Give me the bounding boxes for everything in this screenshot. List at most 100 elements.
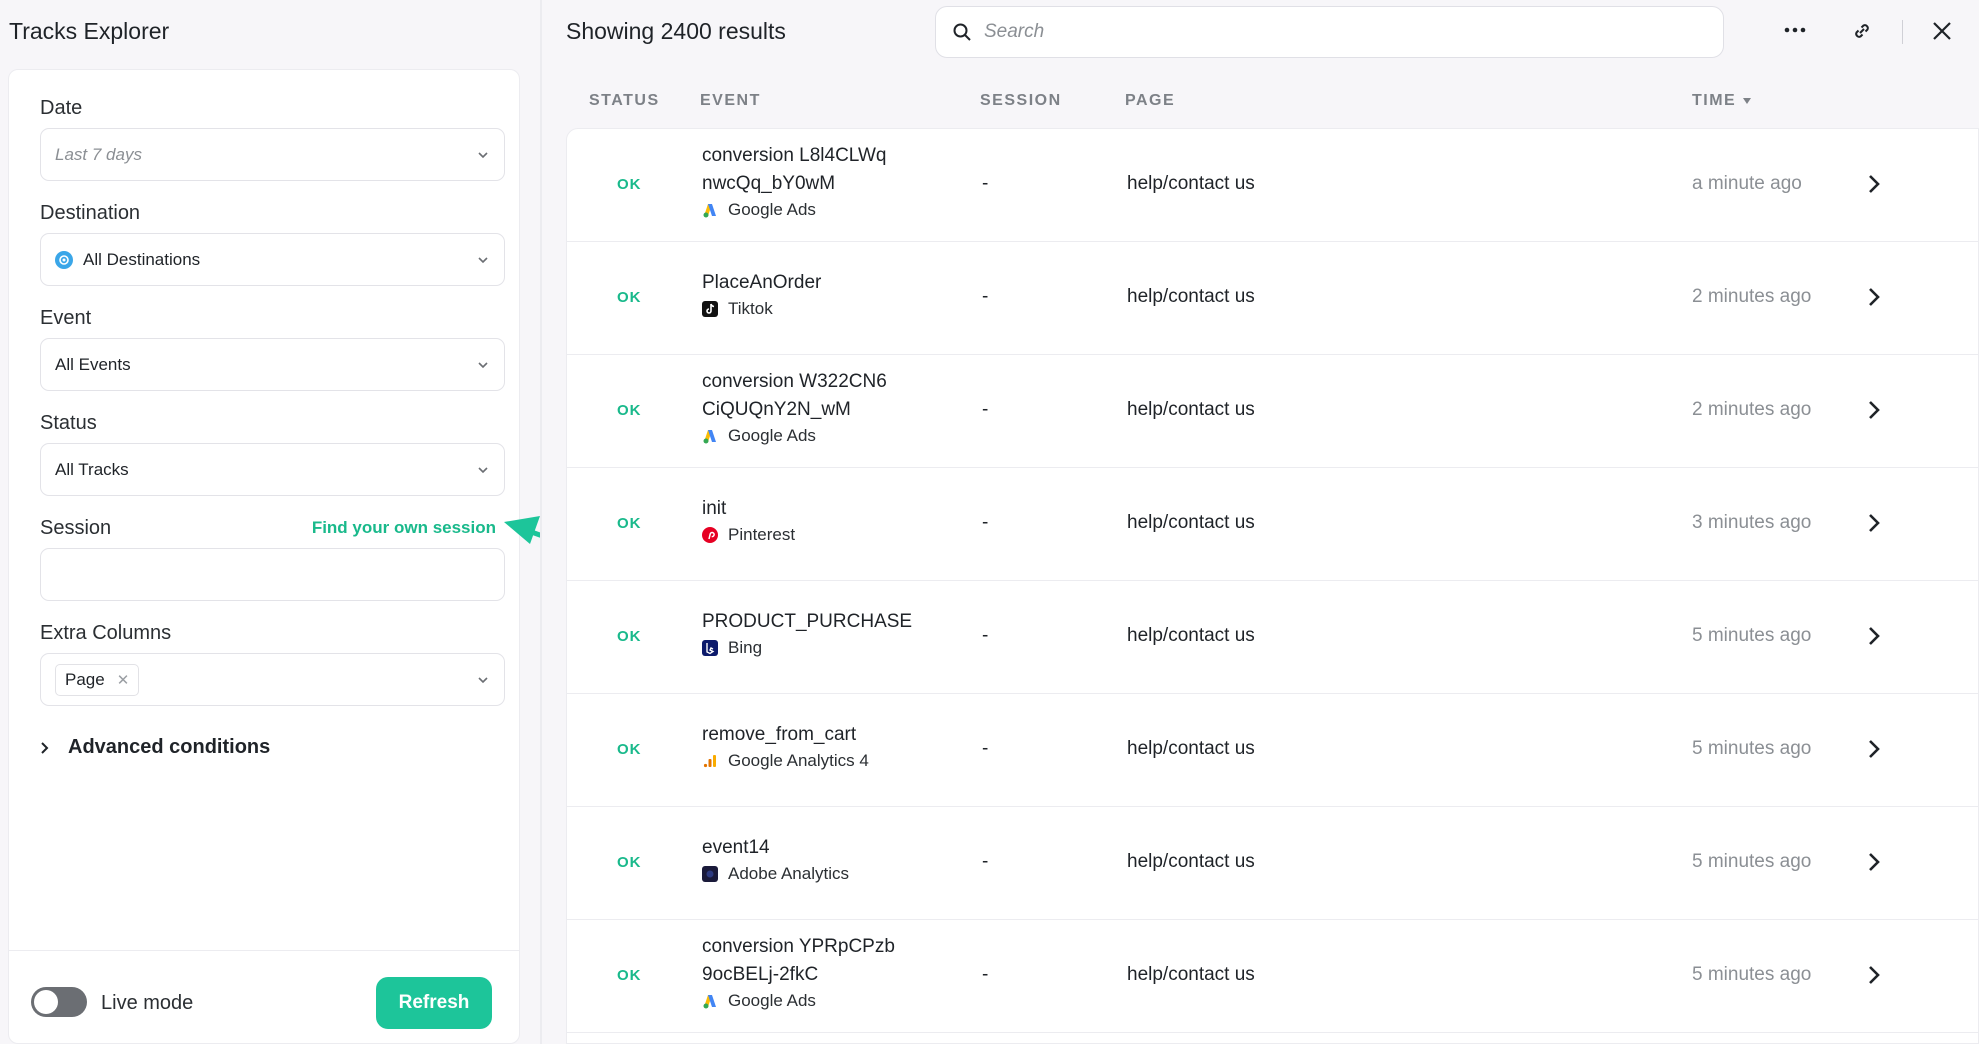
remove-tag-icon[interactable]: ✕ (117, 671, 130, 689)
page-value: help/contact us (1127, 399, 1255, 420)
table-row[interactable]: OK conversion YPRpCPzb9ocBELj-2fkC Googl… (567, 920, 1978, 1033)
destination-line: Google Ads (702, 991, 962, 1011)
destinations-icon (55, 250, 73, 269)
page-value: help/contact us (1127, 286, 1255, 307)
chevron-right-icon[interactable] (1867, 851, 1881, 873)
time-value: 5 minutes ago (1692, 738, 1812, 759)
event-cell: event14 Adobe Analytics (702, 834, 962, 884)
status-badge: OK (617, 741, 642, 758)
extra-columns-label: Extra Columns (40, 622, 172, 644)
page-value: help/contact us (1127, 512, 1255, 533)
chevron-right-icon[interactable] (1867, 512, 1881, 534)
table-row[interactable]: OK PRODUCT_PURCHASE Bing - help/contact … (567, 581, 1978, 694)
link-icon[interactable] (1851, 20, 1873, 42)
destination-line: Adobe Analytics (702, 864, 962, 884)
results-panel: Showing 2400 results STATUS EVENT SESSIO… (542, 0, 1979, 1044)
google-ads-icon (702, 428, 718, 444)
session-value: - (982, 286, 989, 307)
column-header-time[interactable]: TIME (1692, 92, 1752, 110)
column-header-session: SESSION (980, 92, 1062, 109)
sort-desc-icon (1743, 98, 1752, 104)
filter-card: Date Last 7 days Destination All Destina… (8, 69, 520, 1044)
google-ads-icon (702, 993, 718, 1009)
chevron-right-icon (41, 741, 49, 754)
status-badge: OK (617, 289, 642, 306)
session-value: - (982, 738, 989, 759)
results-count: Showing 2400 results (566, 18, 786, 44)
column-header-status: STATUS (589, 92, 660, 109)
chevron-down-icon (478, 151, 488, 158)
live-mode-toggle[interactable] (31, 987, 87, 1017)
destination-name: Adobe Analytics (728, 863, 849, 883)
more-options-icon[interactable] (1783, 26, 1807, 34)
time-value: 5 minutes ago (1692, 964, 1812, 985)
table-row[interactable]: OK init Pinterest - help/contact us 3 mi… (567, 468, 1978, 581)
event-name: event14 (702, 836, 770, 858)
session-value: - (982, 625, 989, 646)
chevron-right-icon[interactable] (1867, 738, 1881, 760)
destination-name: Google Analytics 4 (728, 750, 869, 770)
live-mode-label: Live mode (101, 992, 194, 1014)
google-analytics-icon (702, 753, 718, 769)
extra-columns-select[interactable]: Page ✕ (40, 653, 505, 706)
page-value: help/contact us (1127, 851, 1255, 872)
table-row[interactable]: OK conversion L8l4CLWqnwcQq_bY0wM Google… (567, 129, 1978, 242)
pinterest-icon (702, 526, 718, 543)
session-value: - (982, 399, 989, 420)
destination-value: All Destinations (83, 249, 201, 269)
page-value: help/contact us (1127, 964, 1255, 985)
column-tag: Page ✕ (55, 663, 140, 696)
time-value: a minute ago (1692, 173, 1802, 194)
results-table: OK conversion L8l4CLWqnwcQq_bY0wM Google… (566, 128, 1979, 1044)
event-cell: conversion W322CN6CiQUQnY2N_wM Google Ad… (702, 368, 962, 446)
event-cell: PRODUCT_PURCHASE Bing (702, 608, 962, 658)
event-cell: remove_from_cart Google Analytics 4 (702, 721, 962, 771)
chevron-right-icon[interactable] (1867, 173, 1881, 195)
status-select[interactable]: All Tracks (40, 443, 505, 496)
event-value: All Events (55, 354, 131, 374)
destination-name: Google Ads (728, 990, 816, 1010)
chevron-right-icon[interactable] (1867, 964, 1881, 986)
chevron-right-icon[interactable] (1867, 399, 1881, 421)
destination-name: Tiktok (728, 298, 773, 318)
column-tag-label: Page (65, 669, 105, 689)
close-icon[interactable] (1932, 21, 1952, 41)
table-row[interactable]: OK conversion W322CN6CiQUQnY2N_wM Google… (567, 355, 1978, 468)
time-value: 5 minutes ago (1692, 851, 1812, 872)
event-name: PRODUCT_PURCHASE (702, 610, 913, 632)
destination-line: Google Ads (702, 426, 962, 446)
chevron-right-icon[interactable] (1867, 625, 1881, 647)
destination-select[interactable]: All Destinations (40, 233, 505, 286)
find-session-link[interactable]: Find your own session (312, 518, 496, 538)
search-input[interactable] (984, 21, 1707, 43)
footer-divider (8, 950, 520, 951)
event-cell: init Pinterest (702, 495, 962, 545)
destination-label: Destination (40, 202, 141, 224)
destination-name: Bing (728, 637, 763, 657)
status-badge: OK (617, 854, 642, 871)
table-row[interactable]: OK event14 Adobe Analytics - help/contac… (567, 807, 1978, 920)
date-label: Date (40, 97, 83, 119)
table-row[interactable]: OK remove_from_cart Google Analytics 4 -… (567, 694, 1978, 807)
time-value: 5 minutes ago (1692, 625, 1812, 646)
toolbar-separator (1902, 20, 1903, 44)
adobe-analytics-icon (702, 865, 718, 882)
event-select[interactable]: All Events (40, 338, 505, 391)
session-value: - (982, 851, 989, 872)
toggle-knob (34, 990, 58, 1014)
filters-panel: Tracks Explorer Date Last 7 days Destina… (0, 0, 626, 1044)
chevron-right-icon[interactable] (1867, 286, 1881, 308)
search-bar[interactable] (935, 6, 1724, 58)
advanced-conditions-toggle[interactable]: Advanced conditions (40, 736, 270, 759)
destination-line: Pinterest (702, 525, 962, 545)
session-value: - (982, 964, 989, 985)
event-name: remove_from_cart (702, 723, 857, 745)
table-row[interactable]: OK PlaceAnOrder Tiktok - help/contact us… (567, 242, 1978, 355)
destination-line: Tiktok (702, 299, 962, 319)
session-input[interactable] (40, 548, 505, 601)
time-value: 2 minutes ago (1692, 286, 1812, 307)
page-value: help/contact us (1127, 173, 1255, 194)
date-select[interactable]: Last 7 days (40, 128, 505, 181)
session-value: - (982, 173, 989, 194)
refresh-button[interactable]: Refresh (376, 977, 492, 1029)
